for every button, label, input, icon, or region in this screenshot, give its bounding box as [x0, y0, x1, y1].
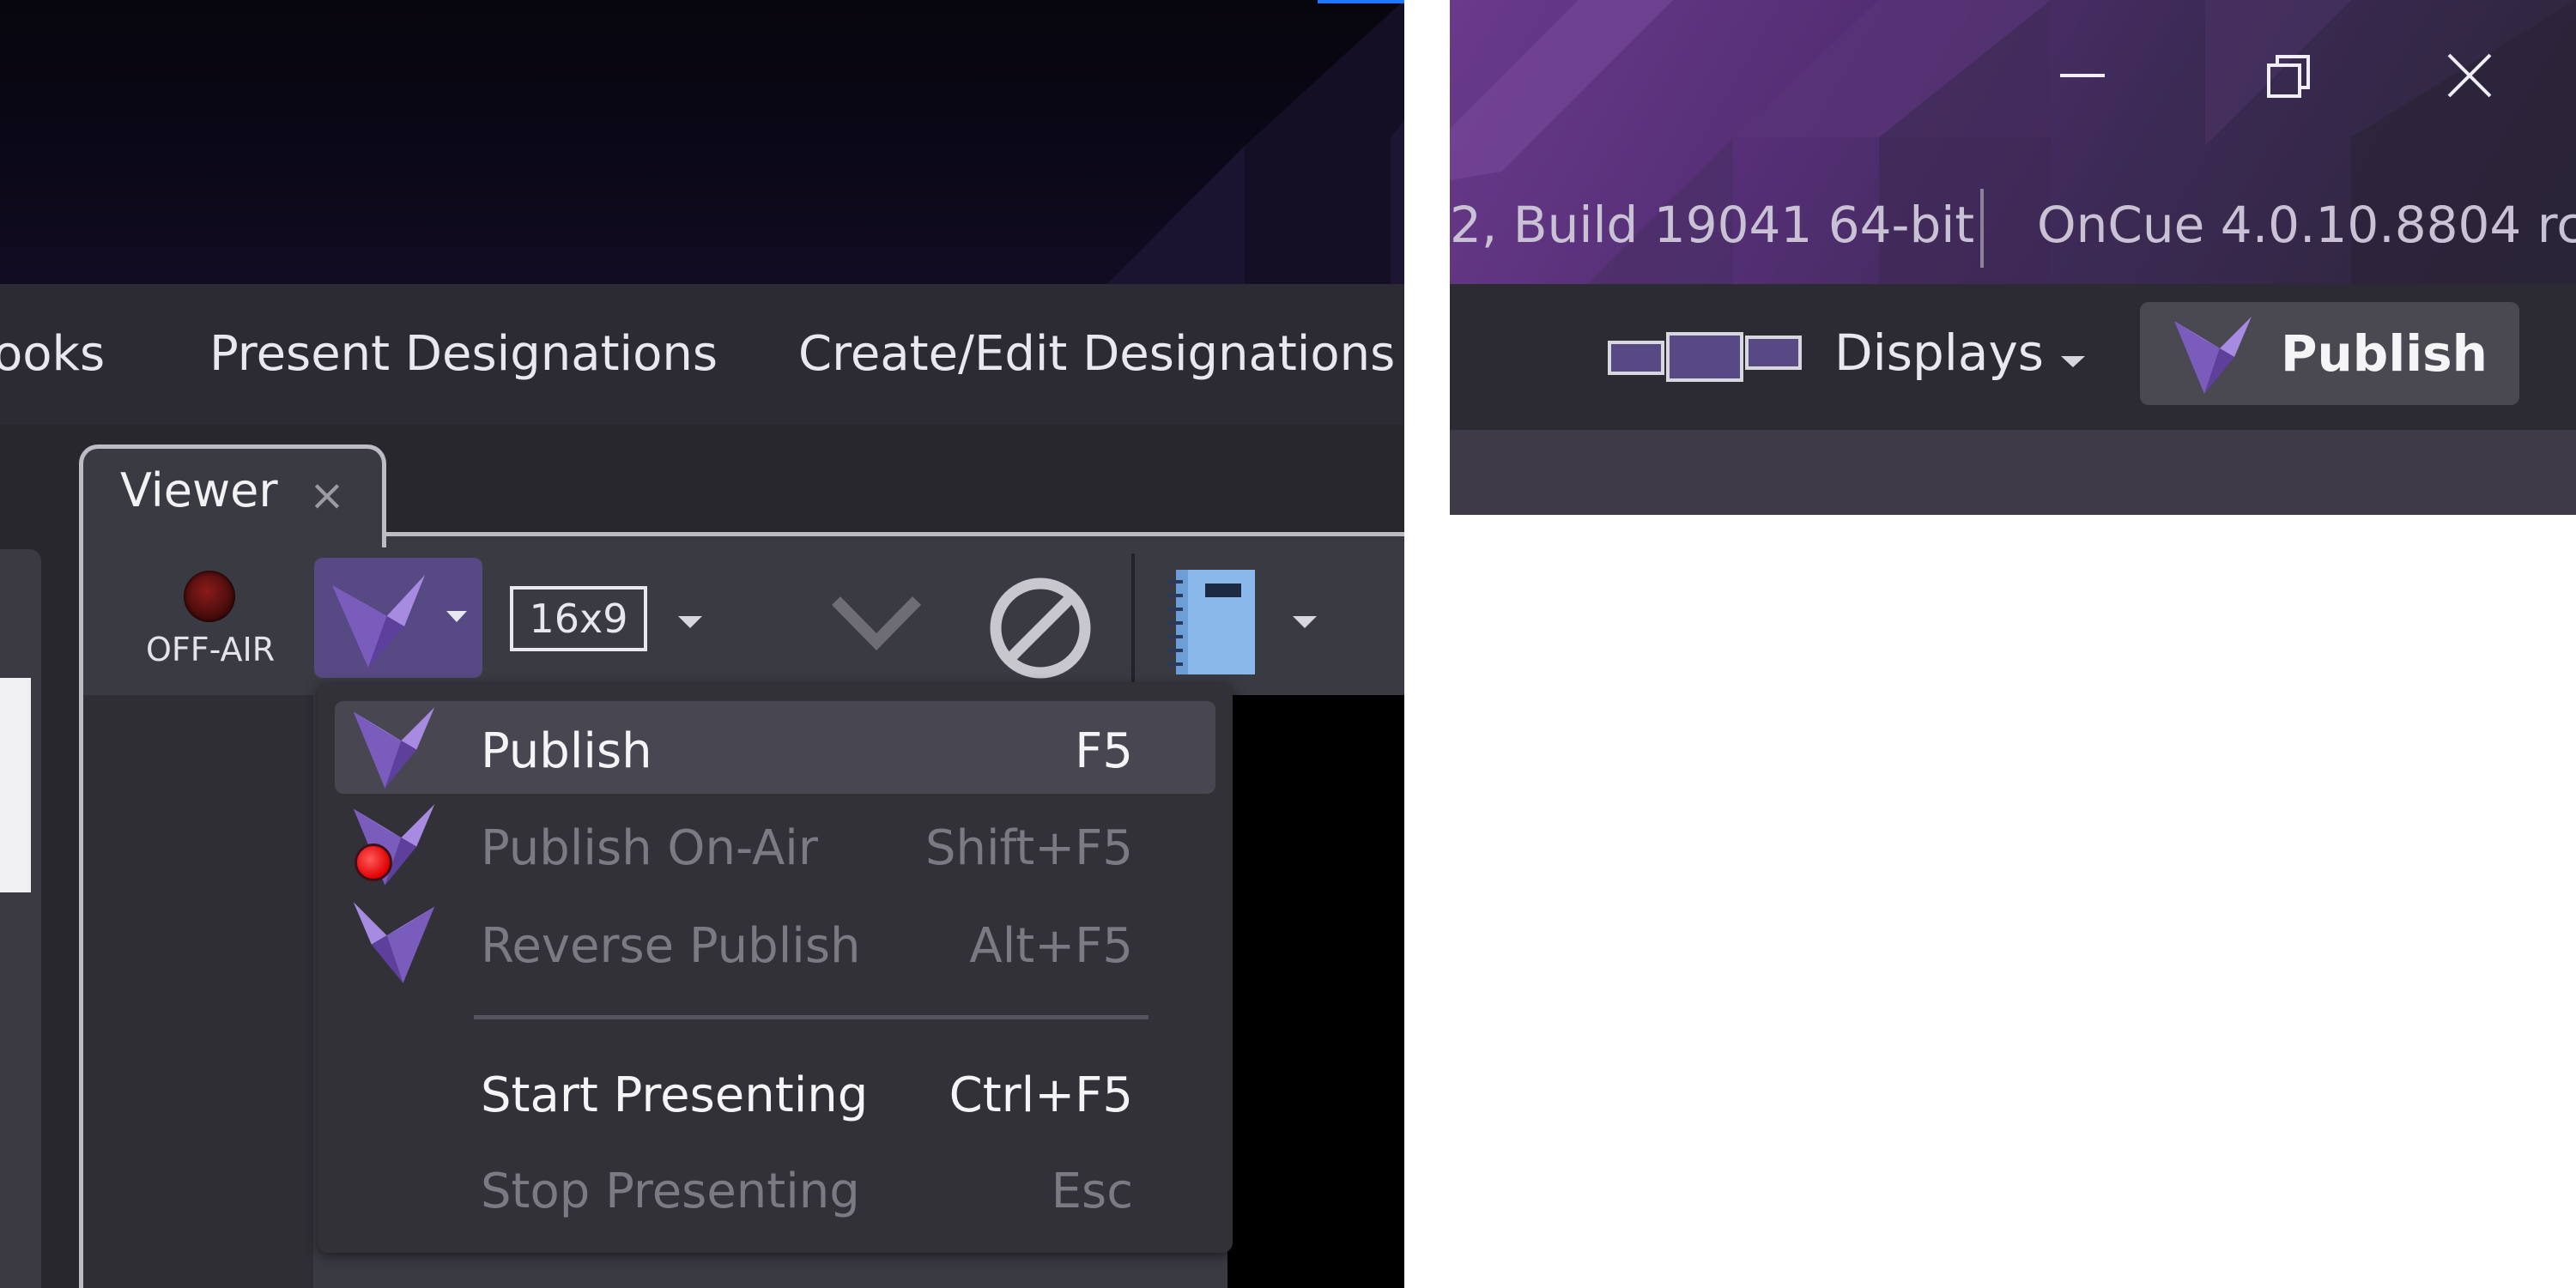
build-info: 2, Build 19041 64-bit [1450, 196, 1975, 254]
menu-item-shortcut: Shift+F5 [924, 820, 1133, 876]
menu-item-shortcut: Ctrl+F5 [949, 1067, 1133, 1123]
left-screenshot-panel: ooks Present Designations Create/Edit De… [0, 0, 1404, 1288]
menu-item-label: Stop Presenting [481, 1164, 860, 1219]
menu-item-publish[interactable]: Publish F5 [335, 701, 1215, 794]
toolbar-divider [1131, 553, 1135, 682]
side-panel-content [0, 678, 31, 892]
air-status-label: OFF-AIR [146, 631, 276, 668]
menu-item-label: Publish [481, 723, 652, 779]
menu-item-present-designations[interactable]: Present Designations [209, 326, 718, 382]
publish-dropdown-button[interactable] [314, 558, 482, 678]
publish-button[interactable]: Publish [2140, 302, 2519, 405]
menu-item-books[interactable]: ooks [0, 326, 105, 382]
menu-item-start-presenting[interactable]: Start Presenting Ctrl+F5 [335, 1045, 1215, 1138]
right-screenshot-panel: 2, Build 19041 64-bit OnCue 4.0.10.8804 … [1450, 0, 2576, 515]
menu-separator [474, 1015, 1149, 1019]
menu-item-shortcut: Esc [1051, 1164, 1133, 1219]
chevron-down-icon [446, 611, 467, 622]
menu-item-create-edit-designations[interactable]: Create/Edit Designations [798, 326, 1395, 382]
displays-button[interactable]: Displays [1834, 324, 2044, 382]
close-icon[interactable] [2444, 50, 2495, 101]
menu-item-shortcut: F5 [1075, 723, 1133, 779]
viewer-tab-title: Viewer [120, 463, 278, 517]
displays-caret-icon[interactable] [2061, 356, 2085, 367]
notebook-caret-icon[interactable] [1293, 616, 1317, 628]
viewer-side-strip [83, 695, 313, 1288]
bird-reverse-publish-icon [353, 902, 435, 983]
toolbar-strip [1450, 430, 2576, 515]
tab-close-icon[interactable]: × [309, 470, 345, 520]
app-version: OnCue 4.0.10.8804 rc [2037, 196, 2576, 254]
aspect-ratio-selector[interactable]: 16x9 [510, 586, 647, 651]
bird-publish-icon [2174, 317, 2252, 394]
title-divider [1980, 189, 1984, 268]
viewer-preview [1227, 695, 1404, 1288]
side-panel [0, 549, 41, 1288]
displays-icon[interactable] [1606, 330, 1809, 382]
menu-item-label: Start Presenting [481, 1067, 869, 1123]
menu-item-reverse-publish[interactable]: Reverse Publish Alt+F5 [335, 896, 1215, 989]
aspect-ratio-caret-icon[interactable] [678, 616, 702, 628]
chevron-down-icon[interactable] [829, 592, 924, 652]
bird-publish-icon [353, 707, 435, 789]
publish-button-label: Publish [2281, 324, 2488, 383]
title-bar-background [0, 0, 1404, 284]
title-decoration [1107, 0, 1404, 284]
on-air-dot-icon [355, 844, 392, 881]
title-accent-line [1318, 0, 1404, 3]
menu-item-shortcut: Alt+F5 [969, 918, 1133, 974]
menu-item-publish-on-air[interactable]: Publish On-Air Shift+F5 [335, 798, 1215, 891]
menu-item-label: Publish On-Air [481, 820, 818, 876]
no-entry-icon[interactable] [987, 575, 1094, 681]
tab-border [383, 532, 1404, 536]
menu-item-label: Reverse Publish [481, 918, 861, 974]
menu-item-stop-presenting[interactable]: Stop Presenting Esc [335, 1141, 1215, 1234]
restore-icon[interactable] [2264, 51, 2315, 103]
bird-publish-icon [332, 575, 425, 668]
minimize-icon[interactable] [2060, 74, 2105, 77]
notebook-icon[interactable] [1167, 566, 1262, 678]
air-status-led-icon [184, 571, 235, 622]
